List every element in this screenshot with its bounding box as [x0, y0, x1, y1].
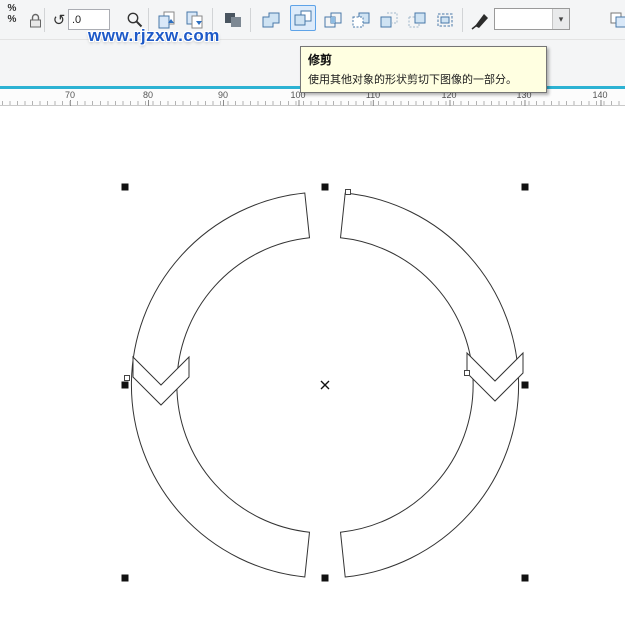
ruler-tick-label: 70 [65, 90, 75, 100]
overlap-squares-icon [609, 10, 625, 30]
selection-handle-top-right[interactable] [522, 184, 529, 191]
separator [462, 8, 463, 32]
lock-icon [28, 12, 43, 29]
selection-handle-bottom-center[interactable] [322, 575, 329, 582]
weld-icon [261, 10, 281, 30]
intersect-icon [323, 10, 343, 30]
ruler-minor-ticks [2, 101, 623, 105]
curve-node[interactable] [465, 371, 470, 376]
percent-top: % [3, 3, 21, 14]
selection-handle-bottom-right[interactable] [522, 575, 529, 582]
app-window: % % ↺ [0, 0, 625, 619]
center-marker-x[interactable] [321, 381, 329, 389]
drawing-canvas[interactable] [0, 106, 625, 619]
intersect-button[interactable] [320, 7, 346, 33]
combine-button[interactable] [220, 7, 246, 33]
back-minus-front-icon [407, 10, 427, 30]
tooltip-title: 修剪 [308, 51, 539, 68]
outline-pen-button[interactable] [468, 7, 494, 33]
front-minus-back-button[interactable] [376, 7, 402, 33]
trim-tooltip: 修剪 使用其他对象的形状剪切下图像的一部分。 [300, 46, 547, 93]
chevron-down-icon[interactable]: ▾ [552, 9, 569, 29]
watermark: www.rjzxw.com [88, 26, 220, 46]
artwork [0, 106, 625, 619]
back-minus-front-button[interactable] [404, 7, 430, 33]
trim-icon [293, 8, 313, 28]
ruler-tick-label: 140 [592, 90, 607, 100]
undo-rotate-icon: ↺ [53, 13, 66, 28]
tooltip-description: 使用其他对象的形状剪切下图像的一部分。 [308, 71, 539, 87]
simplify-icon [351, 10, 371, 30]
separator [44, 8, 45, 32]
create-boundary-button[interactable] [432, 7, 458, 33]
percent-bottom: % [3, 14, 21, 25]
outline-width-select[interactable]: ▾ [494, 8, 570, 30]
outline-width-value [495, 9, 552, 29]
selection-handle-top-left[interactable] [122, 184, 129, 191]
selection-handle-middle-left[interactable] [122, 382, 129, 389]
curve-node[interactable] [125, 376, 130, 381]
simplify-button[interactable] [348, 7, 374, 33]
curve-node[interactable] [346, 190, 351, 195]
separator [250, 8, 251, 32]
selection-handle-middle-right[interactable] [522, 382, 529, 389]
front-minus-back-icon [379, 10, 399, 30]
selection-handle-top-center[interactable] [322, 184, 329, 191]
boundary-icon [435, 10, 455, 30]
ruler-tick-label: 80 [143, 90, 153, 100]
pen-nib-icon [471, 10, 491, 30]
weld-button[interactable] [258, 7, 284, 33]
scale-percent-icon[interactable]: % % [3, 3, 21, 25]
combine-icon [223, 10, 243, 30]
ruler-tick-label: 90 [218, 90, 228, 100]
selection-handle-bottom-left[interactable] [122, 575, 129, 582]
more-options-button[interactable] [606, 7, 625, 33]
trim-button[interactable] [290, 5, 316, 31]
